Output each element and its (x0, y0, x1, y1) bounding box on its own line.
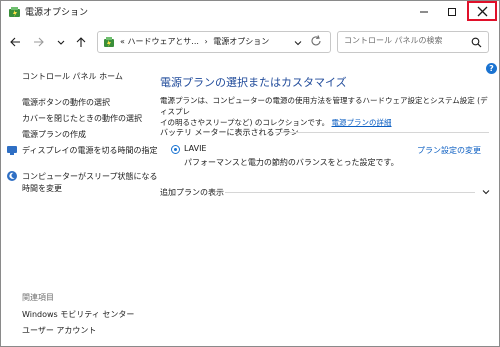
breadcrumb: « ハードウェアとサ... › 電源オプション (120, 36, 269, 47)
title-bar: 電源オプション (1, 1, 499, 23)
change-plan-settings-link[interactable]: プラン設定の変更 (417, 145, 481, 156)
maximize-icon (448, 8, 456, 16)
navigation-bar: « ハードウェアとサ... › 電源オプション (1, 27, 499, 57)
sidebar-item-lid-close[interactable]: カバーを閉じたときの動作の選択 (22, 113, 142, 124)
recent-locations-button[interactable] (53, 34, 69, 50)
address-bar[interactable]: « ハードウェアとサ... › 電源オプション (97, 31, 331, 53)
search-input[interactable] (344, 36, 464, 45)
section-divider (275, 132, 489, 133)
description-line-1: 電源プランは、コンピューターの電源の使用方法を管理するハードウェア設定とシステム… (160, 96, 488, 116)
minimize-icon (420, 11, 428, 13)
sidebar-related-user-accounts[interactable]: ユーザー アカウント (22, 325, 96, 336)
plan-name[interactable]: LAVIE (184, 144, 207, 153)
chevron-down-icon (57, 40, 65, 45)
plan-radio-selected[interactable] (171, 145, 180, 154)
help-icon[interactable]: ? (486, 63, 497, 74)
sidebar-item-sleep-time[interactable]: コンピューターがスリープ状態になる (22, 171, 158, 182)
refresh-icon[interactable] (309, 34, 323, 48)
chevron-down-icon[interactable] (481, 187, 491, 197)
arrow-up-icon (76, 37, 86, 47)
sleep-icon (7, 171, 17, 181)
power-options-window: 電源オプション « ハードウェアとサ... › 電源オプション コントロール パ… (0, 0, 500, 347)
sidebar-control-panel-home[interactable]: コントロール パネル ホーム (22, 71, 123, 82)
sidebar-item-power-button[interactable]: 電源ボタンの動作の選択 (22, 97, 110, 108)
breadcrumb-power-options[interactable]: 電源オプション (213, 37, 269, 46)
related-heading: 関連項目 (22, 293, 54, 302)
description-line-2: イの明るさやスリープなど) のコレクションです。 (160, 118, 330, 127)
breadcrumb-separator[interactable]: › (204, 37, 207, 46)
power-options-app-icon (9, 7, 20, 17)
address-dropdown-icon[interactable] (293, 38, 303, 48)
up-button[interactable] (73, 34, 89, 50)
back-button[interactable] (7, 34, 23, 50)
sidebar-item-sleep-time-cont[interactable]: 時間を変更 (22, 183, 62, 194)
show-additional-plans[interactable]: 追加プランの表示 (160, 187, 224, 198)
breadcrumb-overflow[interactable]: « (120, 37, 125, 46)
sidebar-related-mobility-center[interactable]: Windows モビリティ センター (22, 309, 134, 320)
breadcrumb-hardware-and-sound[interactable]: ハードウェアとサ... (127, 37, 198, 46)
close-button[interactable] (467, 1, 497, 21)
shield-icon (7, 146, 17, 155)
page-description: 電源プランは、コンピューターの電源の使用方法を管理するハードウェア設定とシステム… (160, 95, 490, 128)
maximize-button[interactable] (438, 1, 466, 23)
plan-description: パフォーマンスと電力の節約のバランスをとった設定です。 (184, 158, 399, 167)
page-title: 電源プランの選択またはカスタマイズ (160, 76, 347, 89)
search-icon[interactable] (471, 37, 482, 48)
sidebar-item-display-off[interactable]: ディスプレイの電源を切る時間の指定 (22, 145, 157, 156)
minimize-button[interactable] (410, 1, 438, 23)
sidebar: コントロール パネル ホーム 電源ボタンの動作の選択 カバーを閉じたときの動作の… (1, 67, 158, 346)
close-icon (477, 6, 487, 16)
forward-button[interactable] (31, 34, 47, 50)
arrow-right-icon (34, 37, 44, 47)
window-title: 電源オプション (25, 8, 89, 18)
search-box[interactable] (337, 31, 489, 53)
control-panel-icon (104, 37, 114, 47)
power-plan-details-link[interactable]: 電源プランの詳細 (332, 118, 392, 127)
sidebar-item-create-plan[interactable]: 電源プランの作成 (22, 129, 86, 140)
section-divider-2 (225, 192, 475, 193)
arrow-left-icon (10, 37, 20, 47)
